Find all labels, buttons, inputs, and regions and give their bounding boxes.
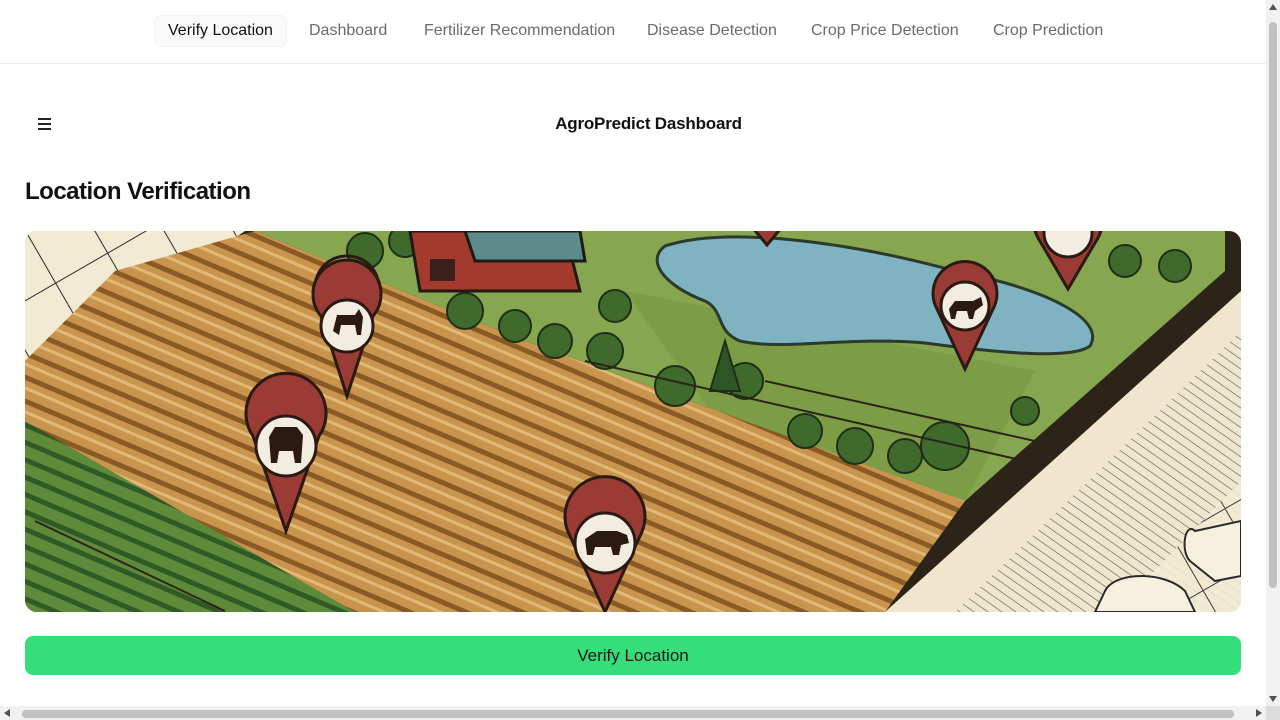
horizontal-scroll-thumb[interactable] [22,710,1234,718]
scroll-right-arrow-icon[interactable] [1256,709,1262,717]
section-title: Location Verification [25,178,251,205]
scroll-left-arrow-icon[interactable] [4,709,10,717]
scrollbar-corner [1266,706,1280,720]
tab-crop-price-detection[interactable]: Crop Price Detection [798,16,972,46]
vertical-scroll-thumb[interactable] [1269,22,1277,588]
scroll-up-arrow-icon[interactable] [1269,4,1277,10]
horizontal-scrollbar[interactable] [0,706,1266,720]
app-title: AgroPredict Dashboard [555,114,742,133]
tab-fertilizer-recommendation[interactable]: Fertilizer Recommendation [411,16,628,46]
scroll-down-arrow-icon[interactable] [1269,696,1277,702]
tab-disease-detection[interactable]: Disease Detection [634,16,790,46]
farm-map-image [25,231,1241,612]
vertical-scrollbar[interactable] [1266,0,1280,706]
verify-location-button[interactable]: Verify Location [25,636,1241,675]
tab-dashboard[interactable]: Dashboard [296,16,400,46]
tab-verify-location[interactable]: Verify Location [155,16,286,46]
tab-crop-prediction[interactable]: Crop Prediction [980,16,1116,46]
top-navigation: Verify Location Dashboard Fertilizer Rec… [0,0,1266,64]
